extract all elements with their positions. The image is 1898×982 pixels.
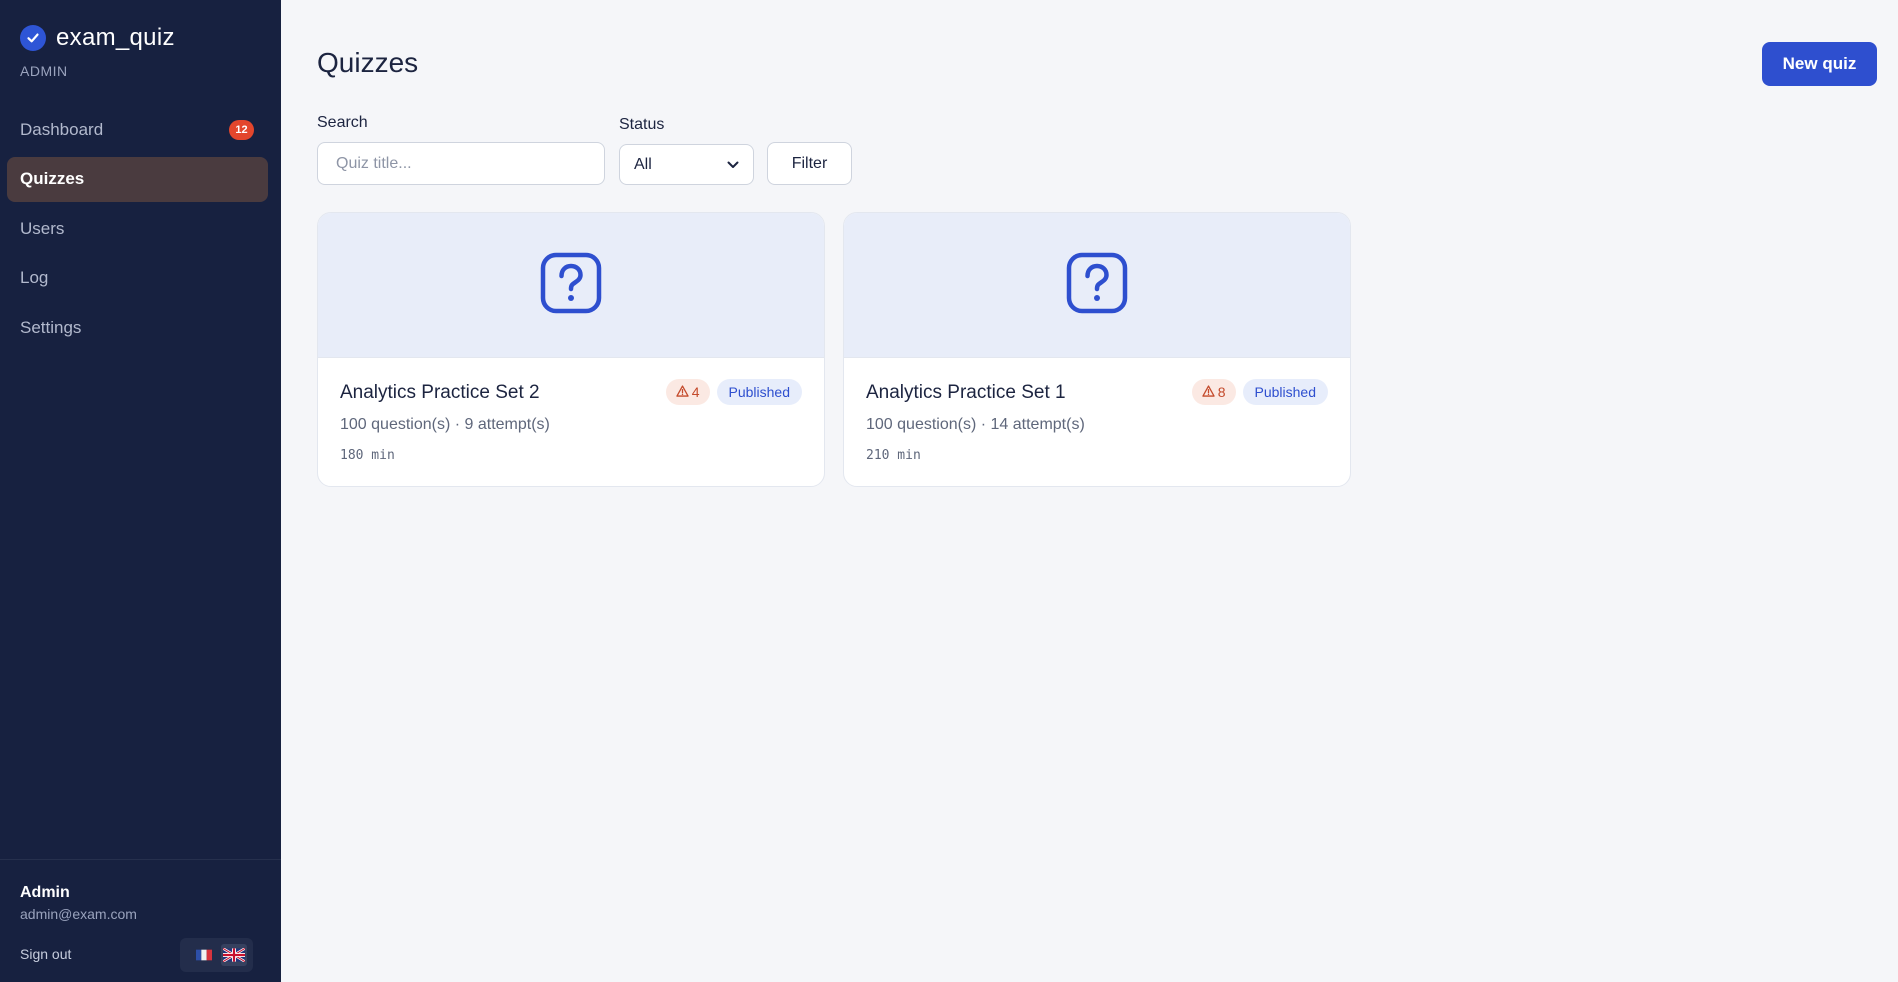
sidebar-item-settings[interactable]: Settings xyxy=(7,305,268,350)
sidebar-item-label: Dashboard xyxy=(20,119,104,139)
page-title: Quizzes xyxy=(317,47,419,78)
language-switcher xyxy=(180,938,253,972)
sidebar: exam_quiz ADMIN Dashboard 12 Quizzes Use… xyxy=(0,0,281,982)
search-label: Search xyxy=(317,114,368,131)
warning-icon xyxy=(676,384,689,400)
app-role: ADMIN xyxy=(20,63,68,79)
quiz-meta: 100 question(s) · 14 attempt(s) xyxy=(866,416,1085,433)
warning-badge: 4 xyxy=(665,379,710,405)
status-badge: Published xyxy=(1242,379,1328,405)
filter-button[interactable]: Filter xyxy=(767,142,852,185)
quiz-badges: 4 Published xyxy=(665,379,802,405)
quiz-card-banner xyxy=(844,213,1350,358)
search-input[interactable] xyxy=(317,142,605,185)
warning-badge: 8 xyxy=(1191,379,1236,405)
user-email: admin@exam.com xyxy=(20,906,137,922)
brand[interactable]: exam_quiz xyxy=(20,24,175,52)
quiz-card-banner xyxy=(318,213,824,358)
sidebar-item-label: Log xyxy=(20,268,49,287)
quiz-duration: 180 min xyxy=(340,448,395,463)
sidebar-nav: Dashboard 12 Quizzes Users Log Settings xyxy=(7,107,268,355)
sidebar-item-dashboard[interactable]: Dashboard 12 xyxy=(7,107,268,152)
quiz-meta: 100 question(s) · 9 attempt(s) xyxy=(340,416,550,433)
sidebar-item-log[interactable]: Log xyxy=(7,256,268,301)
new-quiz-button[interactable]: New quiz xyxy=(1762,42,1877,86)
flag-fr-icon[interactable] xyxy=(191,944,217,966)
sidebar-item-label: Users xyxy=(20,218,65,238)
sidebar-item-label: Quizzes xyxy=(20,169,85,188)
quiz-title: Analytics Practice Set 1 xyxy=(866,382,1066,403)
sidebar-item-label: Settings xyxy=(20,317,82,337)
warning-count: 8 xyxy=(1217,384,1226,400)
quiz-card[interactable]: Analytics Practice Set 2 4 Published 100… xyxy=(317,212,825,487)
quiz-card[interactable]: Analytics Practice Set 1 8 Published 100… xyxy=(843,212,1351,487)
warning-icon xyxy=(1202,384,1215,400)
status-select[interactable]: All xyxy=(619,144,754,185)
notification-badge: 12 xyxy=(229,120,254,140)
quiz-badges: 8 Published xyxy=(1191,379,1328,405)
user-name: Admin xyxy=(20,884,70,901)
quiz-duration: 210 min xyxy=(866,448,921,463)
sidebar-footer: Admin admin@exam.com Sign out xyxy=(0,859,281,982)
question-mark-icon xyxy=(539,251,603,320)
sign-out-link[interactable]: Sign out xyxy=(20,946,71,962)
status-badge: Published xyxy=(716,379,802,405)
main-content: Quizzes New quiz Search Status All Filte… xyxy=(281,0,1898,982)
status-select-value: All xyxy=(634,155,652,173)
question-mark-icon xyxy=(1065,251,1129,320)
sidebar-item-quizzes[interactable]: Quizzes xyxy=(7,156,268,202)
warning-count: 4 xyxy=(691,384,700,400)
app-name: exam_quiz xyxy=(56,24,175,51)
flag-gb-icon[interactable] xyxy=(221,944,247,966)
sidebar-item-users[interactable]: Users xyxy=(7,206,268,251)
status-label: Status xyxy=(619,116,665,133)
chevron-down-icon xyxy=(727,156,739,174)
quiz-title: Analytics Practice Set 2 xyxy=(340,382,540,403)
check-circle-icon xyxy=(20,25,46,51)
